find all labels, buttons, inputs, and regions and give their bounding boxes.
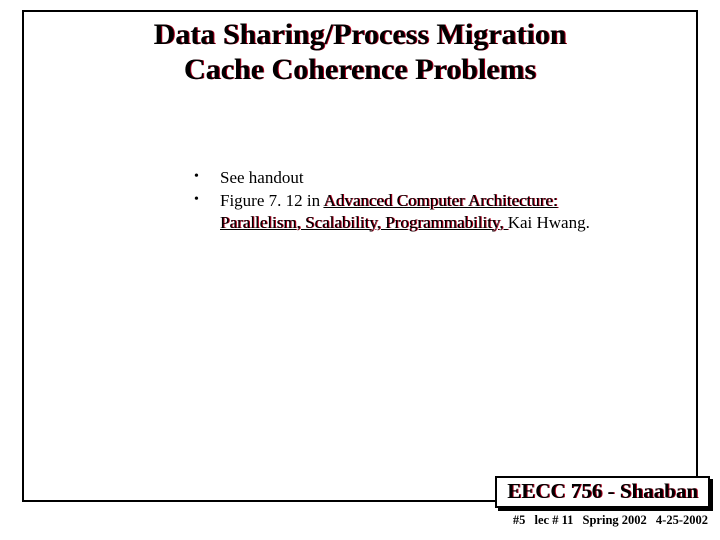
bullet-text: See handout (220, 167, 624, 188)
bullet-prefix: Figure 7. 12 in (220, 191, 323, 210)
lecture-number: lec # 11 (535, 513, 574, 527)
bullet-list: • See handout • Figure 7. 12 in Advanced… (194, 167, 624, 235)
slide-meta: #5 lec # 11 Spring 2002 4-25-2002 (507, 513, 708, 528)
title-line-1: Data Sharing/Process Migration (24, 18, 696, 53)
slide-number: #5 (513, 513, 526, 527)
bullet-plain: See handout (220, 168, 304, 187)
slide-title: Data Sharing/Process Migration Cache Coh… (24, 12, 696, 87)
term-label: Spring 2002 (583, 513, 647, 527)
course-label: EECC 756 - Shaaban (507, 479, 698, 503)
list-item: • See handout (194, 167, 624, 188)
bullet-text: Figure 7. 12 in Advanced Computer Archit… (220, 190, 624, 233)
bullet-tail: Kai Hwang. (508, 213, 590, 232)
date-label: 4-25-2002 (656, 513, 708, 527)
title-line-2: Cache Coherence Problems (24, 53, 696, 88)
bullet-icon: • (194, 167, 220, 188)
list-item: • Figure 7. 12 in Advanced Computer Arch… (194, 190, 624, 233)
bullet-icon: • (194, 190, 220, 233)
course-footer-box: EECC 756 - Shaaban (495, 476, 710, 508)
slide-frame: Data Sharing/Process Migration Cache Coh… (22, 10, 698, 502)
